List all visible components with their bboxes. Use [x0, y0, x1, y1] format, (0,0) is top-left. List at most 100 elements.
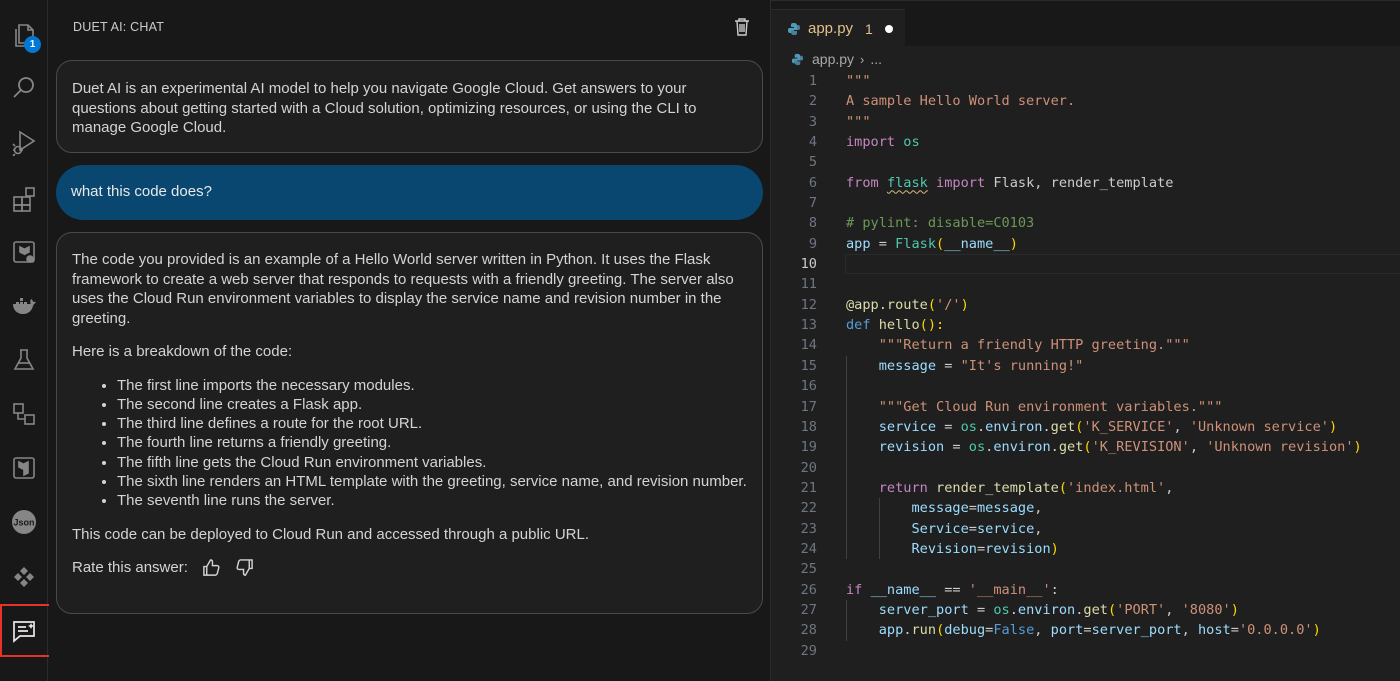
- code-line: 17 """Get Cloud Run environment variable…: [771, 397, 1400, 417]
- line-number: 20: [800, 459, 817, 476]
- line-number: 13: [800, 317, 817, 334]
- line-number: 3: [808, 113, 817, 130]
- code-line: 18 service = os.environ.get('K_SERVICE',…: [771, 417, 1400, 437]
- code-text: Revision=revision): [911, 540, 1059, 557]
- answer-paragraph: The code you provided is an example of a…: [72, 251, 734, 327]
- line-number: 12: [800, 296, 817, 313]
- breadcrumb-symbols[interactable]: ...: [870, 51, 882, 67]
- line-number: 29: [800, 642, 817, 659]
- extensions-icon[interactable]: [0, 175, 48, 223]
- line-number: 2: [808, 93, 817, 110]
- intro-text: Duet AI is an experimental AI model to h…: [72, 80, 697, 136]
- terraform-icon[interactable]: [0, 444, 48, 492]
- tab-filename: app.py: [808, 20, 854, 37]
- code-text: """: [846, 73, 871, 89]
- line-number: 26: [800, 581, 817, 598]
- chevron-right-icon: ›: [860, 51, 865, 67]
- list-item: The second line creates a Flask app.: [117, 395, 747, 414]
- code-line: 3 """: [771, 112, 1400, 132]
- answer-paragraph: Here is a breakdown of the code:: [72, 343, 293, 360]
- run-debug-icon[interactable]: [0, 118, 48, 166]
- current-code-line: 10: [771, 254, 1400, 275]
- chat-panel-title: DUET AI: CHAT: [73, 20, 165, 34]
- line-number: 7: [808, 195, 817, 212]
- python-file-icon: [788, 22, 800, 35]
- code-line: 23 Service=service,: [771, 519, 1400, 539]
- code-line: 14 """Return a friendly HTTP greeting.""…: [771, 335, 1400, 355]
- code-area[interactable]: 1 """ 2A sample Hello World server. 3 """ …: [771, 71, 1400, 661]
- editor-tab-bar: app.py 1: [771, 0, 1400, 47]
- answer-paragraph: This code can be deployed to Cloud Run a…: [72, 525, 589, 543]
- breadcrumb-file[interactable]: app.py: [812, 51, 854, 67]
- code-line: 12 @app.route('/'): [771, 295, 1400, 315]
- code-text: A sample Hello World server.: [846, 93, 1076, 110]
- code-text: """Get Cloud Run environment variables."…: [878, 398, 1223, 415]
- line-number: 4: [808, 134, 817, 151]
- trash-icon[interactable]: [733, 17, 751, 37]
- diamonds-icon[interactable]: [0, 553, 48, 601]
- docker-icon[interactable]: [0, 282, 48, 330]
- code-line: 13 def hello():: [771, 315, 1400, 335]
- line-number: 19: [800, 439, 817, 456]
- svg-text:Json: Json: [13, 518, 34, 528]
- activity-bar: 1 Json: [0, 0, 51, 681]
- line-number: 18: [800, 418, 817, 435]
- code-text: revision = os.environ.get('K_REVISION', …: [878, 439, 1362, 456]
- code-text: def hello():: [846, 317, 945, 334]
- problems-count: 1: [865, 20, 873, 37]
- line-number: 15: [800, 357, 817, 374]
- line-number: 28: [800, 622, 817, 639]
- testing-icon[interactable]: [0, 336, 48, 384]
- ai-answer-message: The code you provided is an example of a…: [56, 232, 763, 614]
- code-line: 11: [771, 274, 1400, 294]
- search-icon[interactable]: [0, 64, 48, 112]
- line-number: 27: [800, 601, 817, 618]
- code-text: app.run(debug=False, port=server_port, h…: [878, 622, 1321, 639]
- code-line: 16: [771, 376, 1400, 396]
- code-line: 15 message = "It's running!": [771, 356, 1400, 376]
- thumbs-down-icon[interactable]: [235, 558, 254, 577]
- line-number: 8: [808, 215, 817, 232]
- json-icon[interactable]: Json: [0, 498, 48, 546]
- code-line: 29: [771, 641, 1400, 661]
- line-number: 25: [800, 561, 817, 578]
- terraform-cloud-icon[interactable]: [0, 228, 48, 276]
- code-text: message = "It's running!": [878, 357, 1084, 374]
- unsaved-dot-icon[interactable]: [884, 24, 893, 33]
- code-line: 8 # pylint: disable=C0103: [771, 213, 1400, 233]
- line-number: 1: [808, 73, 817, 89]
- explorer-badge: 1: [24, 36, 41, 53]
- code-line: 4 import os: [771, 132, 1400, 152]
- code-line: 22 message=message,: [771, 498, 1400, 518]
- remote-explorer-icon[interactable]: [0, 390, 48, 438]
- code-text: service = os.environ.get('K_SERVICE', 'U…: [878, 418, 1338, 435]
- rate-label: Rate this answer:: [72, 559, 188, 577]
- line-number: 10: [800, 256, 817, 273]
- line-number: 24: [800, 540, 817, 557]
- code-text: """: [846, 113, 871, 130]
- active-item-highlight: [0, 604, 51, 657]
- list-item: The seventh line runs the server.: [117, 491, 747, 510]
- line-number: 22: [800, 500, 817, 517]
- code-text: message=message,: [911, 500, 1043, 517]
- thumbs-up-icon[interactable]: [202, 558, 221, 577]
- editor-tab-app-py[interactable]: app.py 1: [771, 9, 905, 47]
- intro-message: Duet AI is an experimental AI model to h…: [56, 60, 763, 153]
- code-text: # pylint: disable=C0103: [846, 215, 1035, 232]
- code-text: import os: [846, 134, 920, 151]
- code-line: 6 from flask import Flask, render_templat…: [771, 173, 1400, 193]
- code-line: 28 app.run(debug=False, port=server_port…: [771, 620, 1400, 640]
- list-item: The fifth line gets the Cloud Run enviro…: [117, 453, 747, 472]
- code-text: app = Flask(__name__): [846, 235, 1018, 252]
- code-text: if __name__ == '__main__':: [846, 581, 1059, 598]
- code-line: 25: [771, 559, 1400, 579]
- code-line: 20: [771, 458, 1400, 478]
- line-number: 11: [800, 276, 817, 293]
- user-prompt-text: what this code does?: [71, 183, 212, 200]
- list-item: The fourth line returns a friendly greet…: [117, 433, 747, 452]
- cursor-line-highlight: [845, 254, 1400, 275]
- code-line: 27 server_port = os.environ.get('PORT', …: [771, 600, 1400, 620]
- line-number: 6: [808, 174, 817, 191]
- lint-warning-squiggle: flask: [886, 174, 928, 191]
- files-icon[interactable]: [0, 12, 48, 60]
